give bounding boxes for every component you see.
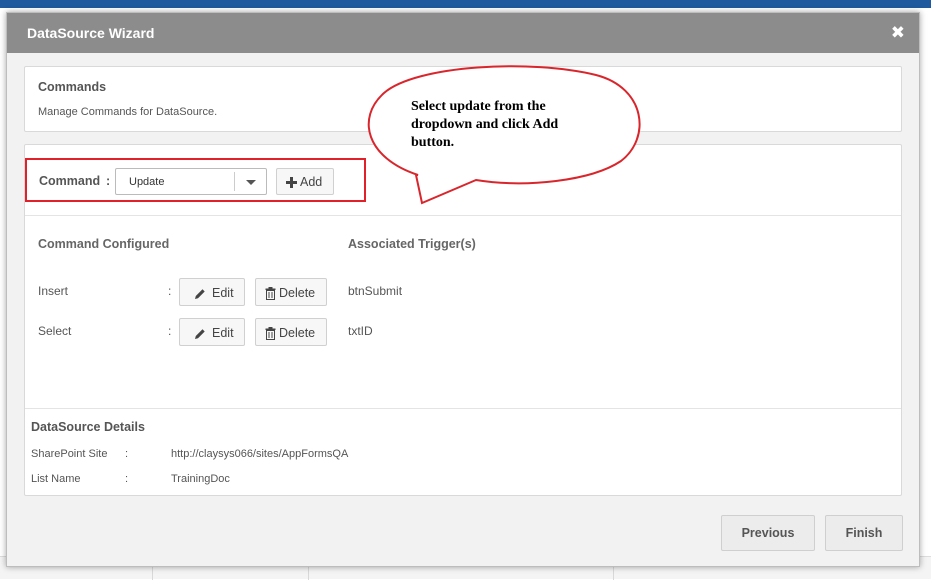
edit-button-label: Edit [212,326,234,340]
delete-button-label: Delete [279,286,316,300]
pencil-icon [195,329,205,339]
dialog-title: DataSource Wizard [27,25,155,41]
edit-button[interactable]: Edit [179,318,245,346]
commands-subtitle: Manage Commands for DataSource. [38,106,218,118]
trash-icon [265,327,276,340]
dialog-header: DataSource Wizard ✖ [7,13,919,53]
column-associated-triggers: Associated Trigger(s) [348,237,476,251]
command-name: Insert [38,284,69,298]
command-name: Select [38,324,72,338]
background-app-bar [0,0,931,8]
details-title: DataSource Details [31,420,145,434]
column-command-configured: Command Configured [38,237,170,251]
details-colon: : [125,448,129,460]
previous-button[interactable]: Previous [721,515,815,551]
datasource-details-section: DataSource Details SharePoint Site : htt… [25,408,901,495]
edit-button[interactable]: Edit [179,278,245,306]
details-label: List Name [31,473,81,485]
edit-button-label: Edit [212,286,234,300]
details-value: http://claysys066/sites/AppFormsQA [171,448,349,460]
delete-button-label: Delete [279,326,316,340]
delete-button[interactable]: Delete [255,278,327,306]
callout-text: Select update from the dropdown and clic… [411,99,559,150]
commands-title: Commands [38,80,107,94]
close-icon[interactable]: ✖ [891,23,905,43]
trigger-value: txtID [348,324,373,338]
delete-button[interactable]: Delete [255,318,327,346]
finish-button[interactable]: Finish [825,515,903,551]
annotation-highlight-box [25,158,366,202]
pencil-icon [195,289,205,299]
trigger-value: btnSubmit [348,284,403,298]
details-colon: : [125,473,129,485]
details-label: SharePoint Site [31,448,108,460]
command-colon: : [168,324,172,338]
trash-icon [265,287,276,300]
details-value: TrainingDoc [171,473,230,485]
command-colon: : [168,284,172,298]
